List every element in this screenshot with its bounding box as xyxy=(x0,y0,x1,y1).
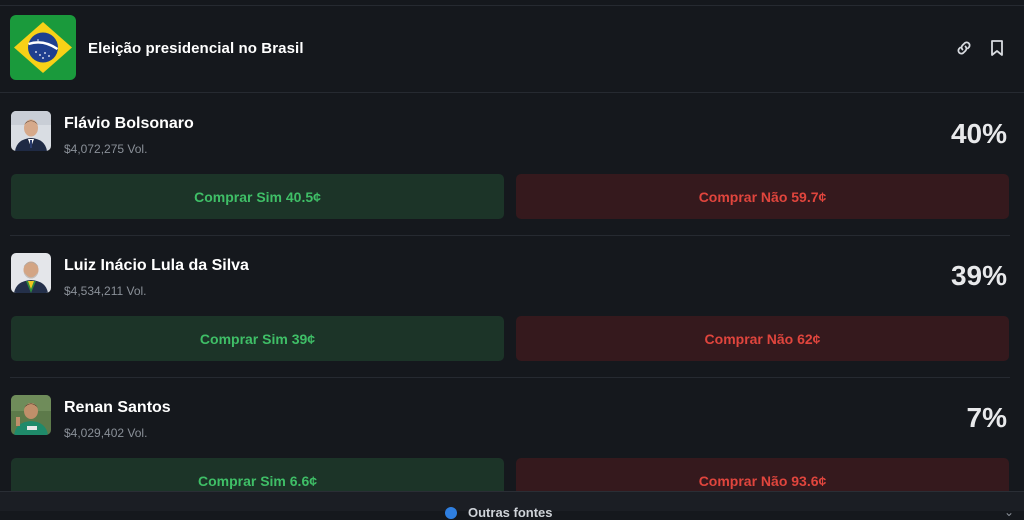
source-dot-icon xyxy=(445,507,457,519)
candidate-percent: 39% xyxy=(950,260,1007,291)
candidate-percent: 40% xyxy=(950,118,1007,149)
link-icon[interactable] xyxy=(954,38,974,58)
candidate-avatar xyxy=(11,253,51,293)
chevron-down-icon[interactable]: ⌄ xyxy=(1004,505,1014,519)
candidate-volume: $4,072,275 Vol. xyxy=(64,142,148,156)
candidate-volume: $4,029,402 Vol. xyxy=(64,426,148,440)
buy-no-button[interactable]: Comprar Não 62¢ xyxy=(516,316,1009,361)
buy-yes-button[interactable]: Comprar Sim 40.5¢ xyxy=(11,174,504,219)
bottom-bar: Outras fontes ⌄ xyxy=(0,491,1024,520)
brazil-flag-icon xyxy=(10,15,76,80)
buy-no-button[interactable]: Comprar Não 59.7¢ xyxy=(516,174,1009,219)
buy-yes-button[interactable]: Comprar Sim 39¢ xyxy=(11,316,504,361)
candidate-row: Luiz Inácio Lula da Silva $4,534,211 Vol… xyxy=(0,236,1024,378)
bottom-label[interactable]: Outras fontes xyxy=(468,505,553,520)
candidate-row: Flávio Bolsonaro $4,072,275 Vol. 40% Com… xyxy=(0,94,1024,236)
candidate-name: Renan Santos xyxy=(64,399,171,416)
candidate-avatar xyxy=(11,395,51,435)
candidate-percent: 7% xyxy=(966,402,1007,433)
candidate-name: Flávio Bolsonaro xyxy=(64,115,194,132)
candidate-volume: $4,534,211 Vol. xyxy=(64,284,147,298)
bookmark-icon[interactable] xyxy=(987,38,1007,58)
market-title: Eleição presidencial no Brasil xyxy=(88,40,304,57)
market-header: Eleição presidencial no Brasil xyxy=(0,6,1024,93)
candidate-name: Luiz Inácio Lula da Silva xyxy=(64,257,249,274)
candidate-avatar xyxy=(11,111,51,151)
